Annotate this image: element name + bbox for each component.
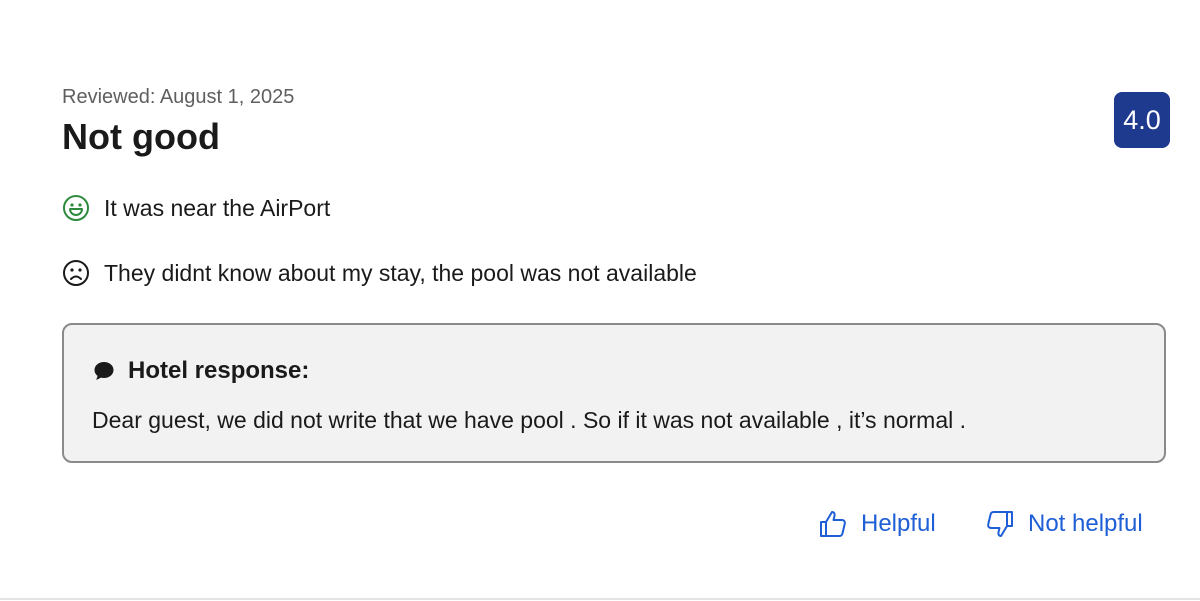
review-pro: It was near the AirPort [62, 194, 330, 222]
helpful-button[interactable]: Helpful [817, 508, 936, 540]
hotel-response-header: Hotel response: [92, 357, 309, 385]
review-pro-text: It was near the AirPort [104, 194, 331, 221]
bottom-divider [0, 598, 1200, 600]
not-helpful-label: Not helpful [1028, 510, 1143, 537]
frown-icon [62, 259, 90, 287]
review-con: They didnt know about my stay, the pool … [62, 259, 697, 287]
review-date: Reviewed: August 1, 2025 [62, 86, 295, 108]
hotel-response-box: Hotel response: Dear guest, we did not w… [62, 323, 1166, 463]
speech-bubble-icon [92, 359, 116, 383]
smile-icon [62, 194, 90, 222]
hotel-response-text: Dear guest, we did not write that we hav… [92, 407, 967, 433]
thumbs-up-icon [817, 508, 849, 540]
thumbs-down-icon [984, 508, 1016, 540]
review-con-text: They didnt know about my stay, the pool … [104, 259, 697, 286]
not-helpful-button[interactable]: Not helpful [984, 508, 1143, 540]
review-title: Not good [62, 116, 220, 157]
score-badge: 4.0 [1114, 92, 1170, 148]
helpful-label: Helpful [861, 510, 936, 537]
hotel-response-label: Hotel response: [128, 357, 310, 384]
